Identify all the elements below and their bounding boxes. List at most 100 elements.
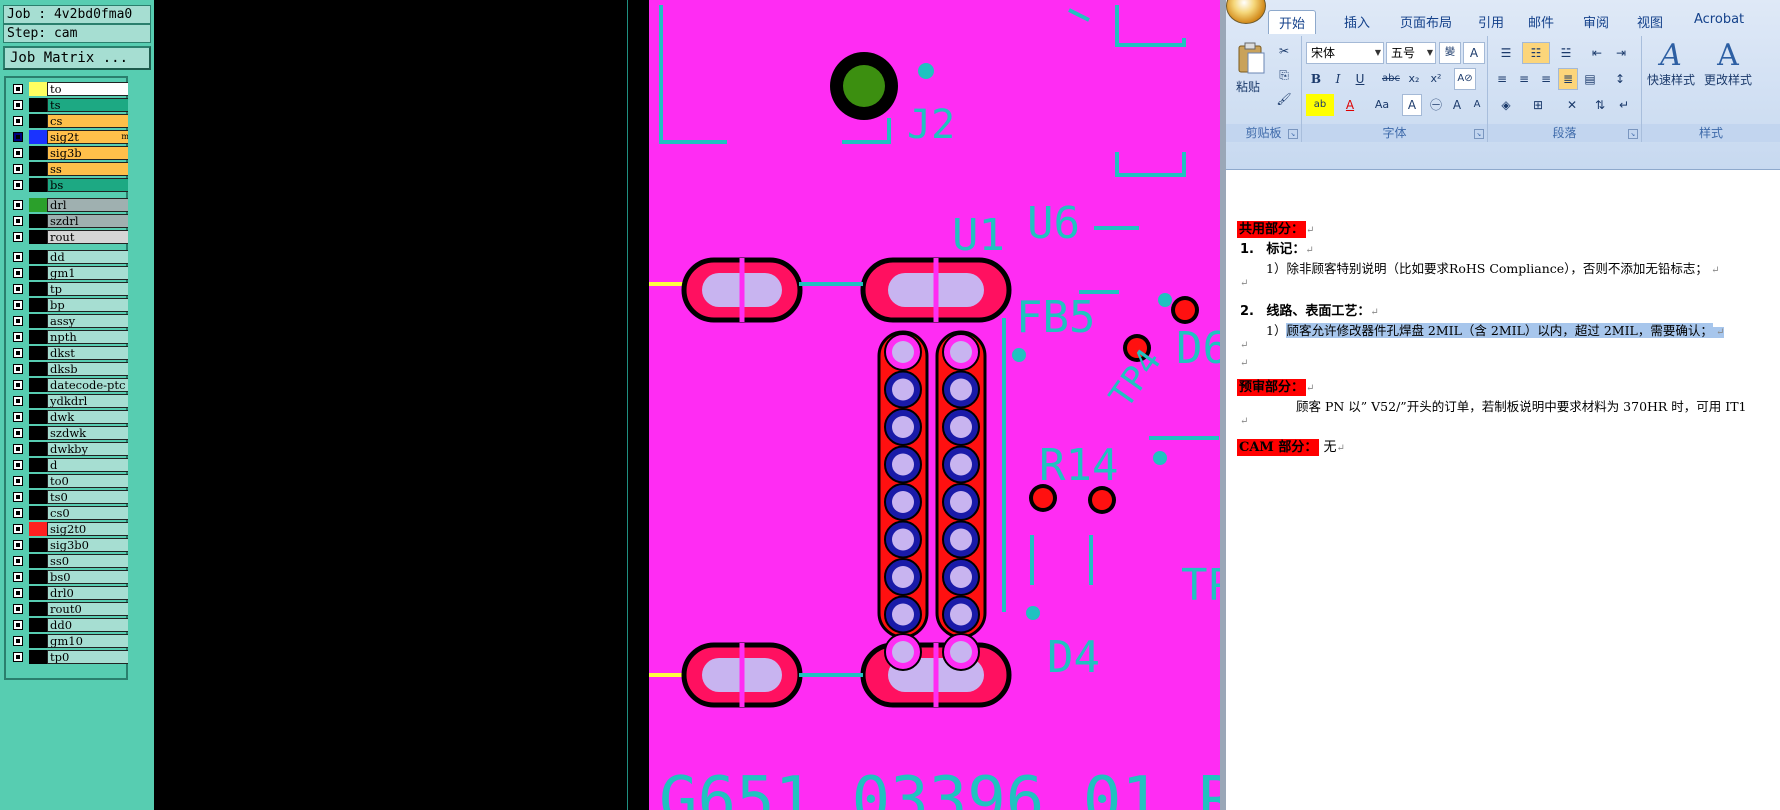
layer-checkbox[interactable] xyxy=(13,636,23,646)
layer-name[interactable]: cs xyxy=(47,114,132,128)
layer-row-cs[interactable]: cs xyxy=(9,114,132,128)
layer-name[interactable]: cs0 xyxy=(47,506,132,520)
layer-checkbox[interactable] xyxy=(13,300,23,310)
layer-row-bs[interactable]: bs xyxy=(9,178,132,192)
layer-name[interactable]: szdrl xyxy=(47,214,132,228)
font-launcher-icon[interactable]: ↘ xyxy=(1474,129,1484,139)
layer-color-swatch[interactable] xyxy=(29,538,47,552)
layer-row-tp0[interactable]: tp0 xyxy=(9,650,132,664)
layer-row-ydkdrl[interactable]: ydkdrl xyxy=(9,394,132,408)
layer-checkbox[interactable] xyxy=(13,508,23,518)
tab-page-layout[interactable]: 页面布局 xyxy=(1400,12,1452,31)
show-marks-icon[interactable]: ↵ xyxy=(1614,94,1634,116)
layer-name[interactable]: ydkdrl xyxy=(47,394,132,408)
layer-color-swatch[interactable] xyxy=(29,426,47,440)
layer-checkbox[interactable] xyxy=(13,116,23,126)
layer-color-swatch[interactable] xyxy=(29,266,47,280)
layer-name[interactable]: d xyxy=(47,458,132,472)
grow-font-icon[interactable]: A xyxy=(1448,94,1466,116)
layer-name[interactable]: bs0 xyxy=(47,570,132,584)
layer-color-swatch[interactable] xyxy=(29,362,47,376)
strikethrough-button[interactable]: abc xyxy=(1380,68,1402,90)
layer-name[interactable]: drl xyxy=(47,198,132,212)
bold-button[interactable]: B xyxy=(1306,68,1326,90)
subscript-button[interactable]: x₂ xyxy=(1404,68,1424,90)
layer-color-swatch[interactable] xyxy=(29,146,47,160)
layer-checkbox[interactable] xyxy=(13,200,23,210)
job-matrix-button[interactable]: Job Matrix ... xyxy=(3,46,151,70)
layer-checkbox[interactable] xyxy=(13,556,23,566)
shading-icon[interactable]: ◈ xyxy=(1492,94,1520,116)
font-color-button[interactable]: A xyxy=(1338,94,1362,116)
layer-row-to0[interactable]: to0 xyxy=(9,474,132,488)
align-left-icon[interactable]: ≡ xyxy=(1492,68,1512,90)
layer-name[interactable]: sig3b0 xyxy=(47,538,132,552)
layer-name[interactable]: gm10 xyxy=(47,634,132,648)
layer-row-drl0[interactable]: drl0 xyxy=(9,586,132,600)
layer-row-sig3b[interactable]: sig3b xyxy=(9,146,132,160)
layer-name[interactable]: ss xyxy=(47,162,132,176)
borders-icon[interactable]: ⊞ xyxy=(1524,94,1552,116)
layer-list-scrollbar[interactable] xyxy=(128,76,154,680)
layer-row-dd0[interactable]: dd0 xyxy=(9,618,132,632)
layer-color-swatch[interactable] xyxy=(29,506,47,520)
layer-name[interactable]: rout0 xyxy=(47,602,132,616)
layer-name[interactable]: sig2t m xyxy=(47,130,132,144)
bullets-icon[interactable]: ☰ xyxy=(1492,42,1520,64)
layer-color-swatch[interactable] xyxy=(29,282,47,296)
superscript-button[interactable]: x² xyxy=(1426,68,1446,90)
layer-color-swatch[interactable] xyxy=(29,474,47,488)
distributed-icon[interactable]: ▤ xyxy=(1580,68,1600,90)
layer-color-swatch[interactable] xyxy=(29,214,47,228)
layer-color-swatch[interactable] xyxy=(29,298,47,312)
layer-row-dkst[interactable]: dkst xyxy=(9,346,132,360)
layer-color-swatch[interactable] xyxy=(29,586,47,600)
layer-row-cs0[interactable]: cs0 xyxy=(9,506,132,520)
decrease-indent-icon[interactable]: ⇤ xyxy=(1586,42,1608,64)
layer-name[interactable]: ss0 xyxy=(47,554,132,568)
tab-insert[interactable]: 插入 xyxy=(1344,12,1370,31)
layer-checkbox[interactable] xyxy=(13,84,23,94)
layer-checkbox[interactable] xyxy=(13,412,23,422)
char-shading-icon[interactable]: A xyxy=(1402,94,1422,116)
layer-name[interactable]: datecode-ptc xyxy=(47,378,132,392)
layer-color-swatch[interactable] xyxy=(29,250,47,264)
layer-checkbox[interactable] xyxy=(13,332,23,342)
layer-color-swatch[interactable] xyxy=(29,346,47,360)
layer-row-ss0[interactable]: ss0 xyxy=(9,554,132,568)
layer-name[interactable]: szdwk xyxy=(47,426,132,440)
layer-row-szdrl[interactable]: szdrl xyxy=(9,214,132,228)
tab-references[interactable]: 引用 xyxy=(1478,12,1504,31)
layer-color-swatch[interactable] xyxy=(29,554,47,568)
layer-checkbox[interactable] xyxy=(13,396,23,406)
layer-checkbox[interactable] xyxy=(13,364,23,374)
layer-checkbox[interactable] xyxy=(13,268,23,278)
chinese-layout-icon[interactable]: ✕ xyxy=(1558,94,1586,116)
layer-name[interactable]: dkst xyxy=(47,346,132,360)
layer-color-swatch[interactable] xyxy=(29,442,47,456)
layer-name[interactable]: to0 xyxy=(47,474,132,488)
document-page[interactable]: 共用部分： ↵ 1. 标记：↵ 1）除非顾客特别说明（比如要求RoHS Compl… xyxy=(1226,170,1780,810)
layer-name[interactable]: dksb xyxy=(47,362,132,376)
layer-name[interactable]: sig2t0 xyxy=(47,522,132,536)
layer-row-bp[interactable]: bp xyxy=(9,298,132,312)
tab-acrobat[interactable]: Acrobat xyxy=(1694,12,1744,27)
layer-name[interactable]: to xyxy=(47,82,132,96)
layer-row-sig3b0[interactable]: sig3b0 xyxy=(9,538,132,552)
layer-color-swatch[interactable] xyxy=(29,458,47,472)
layer-row-rout[interactable]: rout xyxy=(9,230,132,244)
layer-row-sig2t[interactable]: sig2t m xyxy=(9,130,132,144)
layer-checkbox[interactable] xyxy=(13,180,23,190)
layer-checkbox[interactable] xyxy=(13,444,23,454)
enclose-char-icon[interactable]: ㊀ xyxy=(1426,94,1446,116)
layer-row-dd[interactable]: dd xyxy=(9,250,132,264)
layer-row-szdwk[interactable]: szdwk xyxy=(9,426,132,440)
layer-name[interactable]: npth xyxy=(47,330,132,344)
layer-color-swatch[interactable] xyxy=(29,618,47,632)
layer-color-swatch[interactable] xyxy=(29,114,47,128)
layer-row-d[interactable]: d xyxy=(9,458,132,472)
layer-color-swatch[interactable] xyxy=(29,162,47,176)
layer-checkbox[interactable] xyxy=(13,100,23,110)
layer-row-rout0[interactable]: rout0 xyxy=(9,602,132,616)
layer-row-gm10[interactable]: gm10 xyxy=(9,634,132,648)
